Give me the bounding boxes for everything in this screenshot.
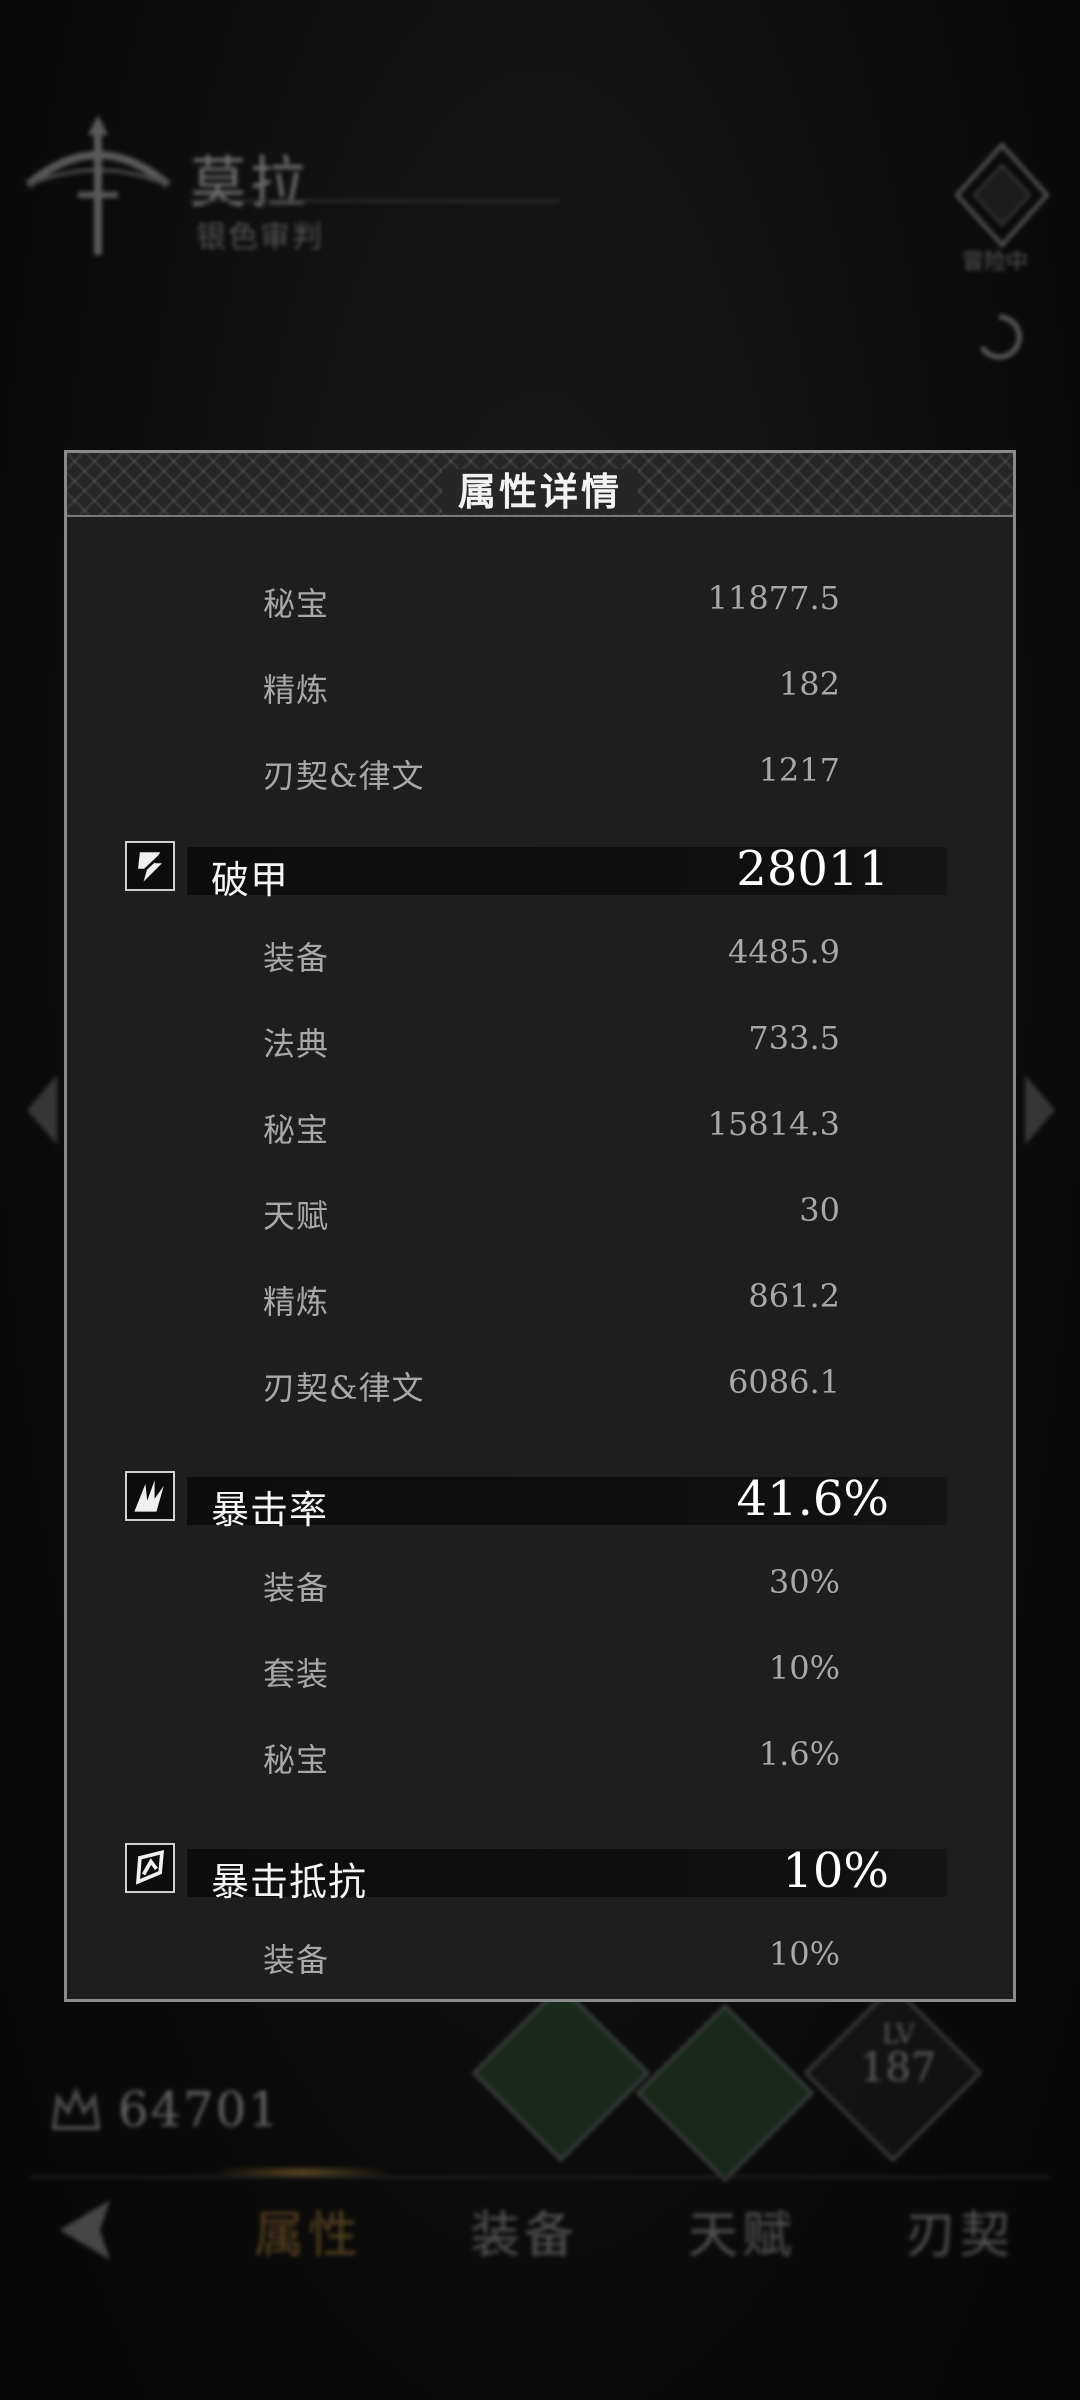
stat-source-label: 天赋 [263,1197,330,1235]
stat-source-row: 秘宝 11877.5 [67,571,1013,631]
stat-source-value: 1.6% [758,1735,840,1773]
bottom-tab-bar: 属性 装备 天赋 刃契 [0,2195,1080,2275]
stat-source-value: 861.2 [748,1277,840,1315]
stat-source-value: 1217 [758,751,840,789]
stat-source-row: 秘宝 15814.3 [67,1097,1013,1157]
stat-source-value: 30% [768,1563,840,1601]
power-crown-icon [51,2086,101,2130]
character-name-divider [190,200,560,202]
crit-rate-icon [125,1471,175,1521]
stat-source-row: 天赋 30 [67,1183,1013,1243]
stat-source-label: 秘宝 [263,1741,330,1779]
stat-source-label: 秘宝 [263,1111,330,1149]
stat-header-value: 10% [782,1843,889,1899]
stat-source-row: 套装 10% [67,1641,1013,1701]
stat-source-row: 装备 10% [67,1927,1013,1987]
stat-source-row: 法典 733.5 [67,1011,1013,1071]
stat-source-row: 精炼 861.2 [67,1269,1013,1329]
tab-equipment[interactable]: 装备 [470,2195,578,2267]
stat-source-value: 182 [778,665,840,703]
bottom-nav-divider [30,2176,1050,2178]
skill-level: LV 187 [860,2022,936,2088]
panel-title: 属性详情 [67,461,1013,516]
stat-source-value: 6086.1 [728,1363,840,1401]
stat-source-row: 秘宝 1.6% [67,1727,1013,1787]
tab-blade-pact[interactable]: 刃契 [906,2195,1014,2267]
stat-source-row: 装备 30% [67,1555,1013,1615]
stat-source-label: 精炼 [263,1283,330,1321]
stat-source-value: 733.5 [748,1019,840,1057]
stat-header-label: 破甲 [211,858,290,902]
stat-source-row: 装备 4485.9 [67,925,1013,985]
stat-source-label: 装备 [263,1569,330,1607]
stat-header-label: 暴击率 [211,1488,329,1532]
combat-power: 64701 [48,2080,281,2140]
tab-talent[interactable]: 天赋 [688,2195,796,2267]
swirl-icon[interactable] [974,312,1024,362]
stat-source-label: 法典 [263,1025,330,1063]
stat-source-row: 精炼 182 [67,657,1013,717]
active-tab-indicator [214,2168,390,2176]
stat-header-value: 28011 [736,841,889,897]
character-title: 银色审判 [196,220,324,255]
crit-resist-icon [125,1843,175,1893]
character-name: 莫拉 [190,151,310,216]
adventure-badge-label: 冒险中 [962,250,1029,275]
stat-source-value: 10% [768,1935,840,1973]
stat-source-label: 秘宝 [263,585,330,623]
crossbow-emblem-icon [25,115,171,255]
skill-slot-2[interactable] [635,2003,815,2183]
stat-source-value: 30 [799,1191,840,1229]
next-character-arrow-icon[interactable] [1020,1070,1060,1150]
combat-power-value: 64701 [118,2082,281,2138]
skill-level-value: 187 [860,2045,937,2091]
tab-attributes[interactable]: 属性 [254,2195,362,2267]
stat-header-armor-break: 破甲 28011 [67,835,1013,902]
stat-header-value: 41.6% [736,1471,889,1527]
previous-character-arrow-icon[interactable] [22,1070,62,1150]
attribute-list[interactable]: 秘宝 11877.5 精炼 182 刃契&律文 1217 破甲 28011 装备 [67,517,1013,1999]
stat-source-value: 11877.5 [707,579,840,617]
stat-header-crit-rate: 暴击率 41.6% [67,1465,1013,1532]
attribute-details-panel[interactable]: 属性详情 秘宝 11877.5 精炼 182 刃契&律文 1217 破甲 280… [64,450,1016,2002]
panel-header: 属性详情 [67,453,1013,517]
stat-source-label: 刃契&律文 [263,1369,425,1407]
stat-source-row: 刃契&律文 6086.1 [67,1355,1013,1415]
stat-source-value: 15814.3 [707,1105,840,1143]
stat-source-value: 10% [768,1649,840,1687]
stat-source-value: 4485.9 [728,933,840,971]
stat-source-label: 精炼 [263,671,330,709]
stat-source-row: 刃契&律文 1217 [67,743,1013,803]
stat-header-label: 暴击抵抗 [211,1860,368,1904]
stat-header-crit-resist: 暴击抵抗 10% [67,1837,1013,1904]
stat-source-label: 套装 [263,1655,330,1693]
skill-slot-1[interactable] [471,1983,651,2163]
stat-source-label: 刃契&律文 [263,757,425,795]
armor-break-icon [125,841,175,891]
stat-source-label: 装备 [263,1941,330,1979]
stat-source-label: 装备 [263,939,330,977]
